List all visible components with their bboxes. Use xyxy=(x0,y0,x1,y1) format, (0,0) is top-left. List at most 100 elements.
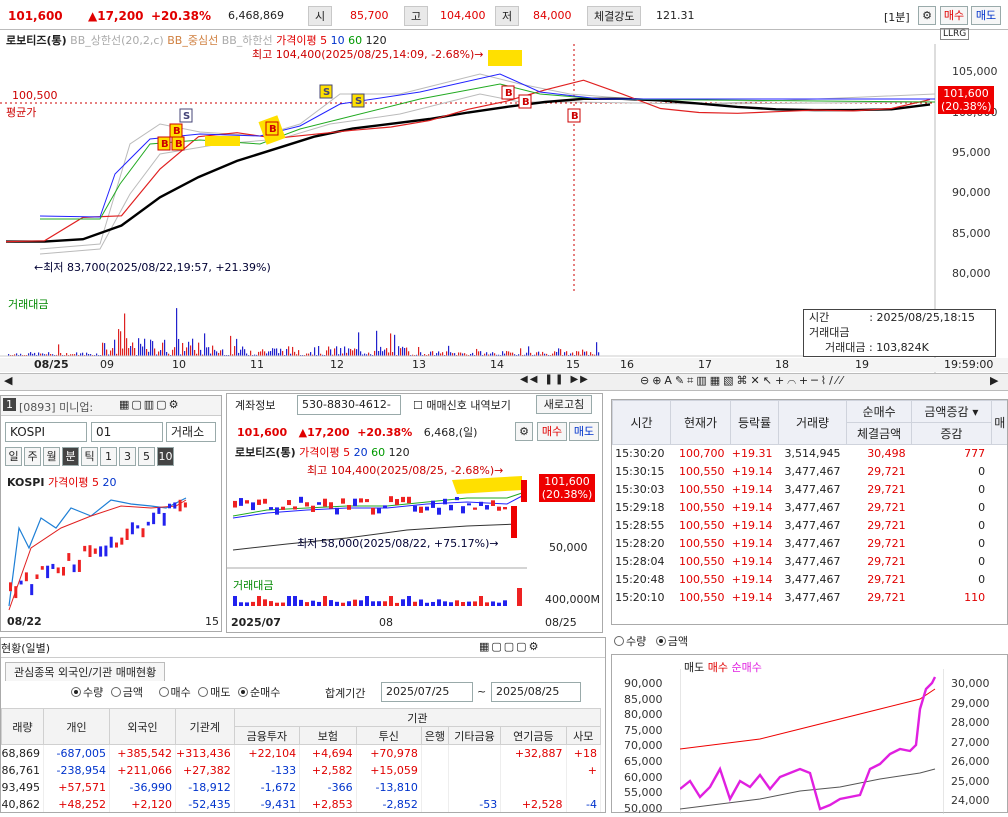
market-select[interactable]: 거래소 xyxy=(166,422,216,442)
opt-buy[interactable] xyxy=(159,687,169,697)
signal-label: 매매신호 내역보기 xyxy=(426,399,510,412)
volume-bar xyxy=(260,351,261,356)
scroll-right-icon[interactable]: ▶ xyxy=(990,374,998,387)
tick-cell: 0 xyxy=(912,571,991,589)
date-from-input[interactable]: 2025/07/25 xyxy=(381,682,473,702)
center-vol-bar xyxy=(497,603,501,606)
tick-cell: 3,477,467 xyxy=(779,517,847,535)
investor-options[interactable]: 수량 금액 매수 매도 순매수 xyxy=(71,684,280,700)
volume-bar xyxy=(282,351,283,356)
date-to-input[interactable]: 2025/08/25 xyxy=(491,682,581,702)
tick-row: 15:30:15100,550+19.143,477,46729,7210 xyxy=(613,463,1008,481)
center-candle xyxy=(245,500,249,503)
th-delta: 증감 xyxy=(912,423,991,445)
refresh-button[interactable]: 새로고침 xyxy=(536,395,592,414)
index-code-input[interactable]: 01 xyxy=(91,422,163,442)
investor-cell: -18,912 xyxy=(176,779,235,796)
th-amount-change[interactable]: 금액증감 ▾ xyxy=(912,401,991,423)
period-button-1[interactable]: 주 xyxy=(24,447,41,466)
period-button-6[interactable]: 3 xyxy=(119,447,136,466)
mini-candle xyxy=(136,525,139,528)
account-tab[interactable]: 계좌정보 xyxy=(235,397,275,413)
drawing-tools[interactable]: ⊖⊕A✎⌗▥▦▧⌘✕↖+⌒+─⌇/⁄⁄ xyxy=(640,374,846,388)
account-select[interactable]: 530-8830-4612- xyxy=(297,395,401,415)
mini-candle xyxy=(152,513,155,524)
radio-qty[interactable] xyxy=(614,636,624,646)
center-gear-icon[interactable]: ⚙ xyxy=(515,422,533,441)
time-label-1: 09 xyxy=(100,358,114,371)
flow-right-tick: 30,000 xyxy=(951,677,990,690)
radio-amount[interactable] xyxy=(656,636,666,646)
center-candle xyxy=(335,508,339,515)
center-tick-50k: 50,000 xyxy=(549,541,588,554)
volume-bar xyxy=(394,335,395,356)
center-candle xyxy=(251,502,255,510)
period-button-5[interactable]: 1 xyxy=(100,447,117,466)
chart-scale-toggle[interactable]: LLRG xyxy=(940,28,969,40)
center-candle xyxy=(347,505,351,510)
time-label-4: 12 xyxy=(330,358,344,371)
volume-bar xyxy=(340,348,341,356)
center-sell-button[interactable]: 매도 xyxy=(569,422,599,441)
opt-qty[interactable] xyxy=(71,687,81,697)
center-candle xyxy=(281,507,285,510)
investor-tab[interactable]: 관심종목 외국인/기관 매매현황 xyxy=(5,662,165,681)
chart-controls[interactable]: ◀ ◀◀ ❚❚ ▶▶ ⊖⊕A✎⌗▥▦▧⌘✕↖+⌒+─⌇/⁄⁄ ▶ xyxy=(0,373,1008,391)
investor-cell: -2,852 xyxy=(356,796,421,813)
center-candle xyxy=(431,501,435,508)
buy-button[interactable]: 매수 xyxy=(940,6,968,25)
investor-cell: +2,528 xyxy=(501,796,566,813)
center-candle xyxy=(269,507,273,510)
index-select[interactable]: KOSPI xyxy=(5,422,87,442)
opt-sell[interactable] xyxy=(198,687,208,697)
investor-tools[interactable]: ▦▢▢▢⚙ xyxy=(479,640,540,653)
period-buttons[interactable]: 일주월분틱13510 xyxy=(5,447,174,466)
center-buy-button[interactable]: 매수 xyxy=(537,422,567,441)
period-button-0[interactable]: 일 xyxy=(5,447,22,466)
volume-bar xyxy=(476,349,477,356)
mini-date: 08/22 xyxy=(7,615,42,628)
volume-bar xyxy=(492,352,493,356)
period-button-7[interactable]: 5 xyxy=(138,447,155,466)
gear-icon[interactable]: ⚙ xyxy=(918,6,936,25)
price-tick-1: 85,000 xyxy=(952,227,991,240)
tick-cell: 0 xyxy=(912,553,991,571)
opt-net[interactable] xyxy=(238,687,248,697)
center-candle xyxy=(473,508,477,510)
tick-cell: 15:29:18 xyxy=(613,499,671,517)
bb-upper-line xyxy=(40,74,935,249)
center-vol-bar xyxy=(329,600,333,606)
bh-foreign: 외국인 xyxy=(110,709,176,745)
volume-bar xyxy=(448,346,449,356)
investor-cell: + xyxy=(566,762,600,779)
center-vol-bar xyxy=(245,602,249,606)
center-candle xyxy=(461,506,465,513)
center-vol-bar xyxy=(401,599,405,606)
tick-cell: 3,477,467 xyxy=(779,463,847,481)
center-vol-bar xyxy=(407,596,411,606)
investor-cell: +4,694 xyxy=(300,745,357,762)
volume-bar xyxy=(274,349,275,356)
period-select[interactable]: [1분] xyxy=(884,9,910,25)
volume-bar xyxy=(206,347,207,356)
flow-radio-group[interactable]: 수량 금액 xyxy=(614,633,688,649)
period-button-4[interactable]: 틱 xyxy=(81,447,98,466)
center-candle xyxy=(311,506,315,512)
opt-amount[interactable] xyxy=(111,687,121,697)
time-label-3: 11 xyxy=(250,358,264,371)
center-vol-bar xyxy=(323,596,327,606)
tick-cell-extra xyxy=(991,553,1008,571)
period-button-8[interactable]: 10 xyxy=(157,447,174,466)
flow-chart xyxy=(680,669,944,814)
volume-bar xyxy=(126,338,127,356)
period-button-2[interactable]: 월 xyxy=(43,447,60,466)
investor-cell: +15,059 xyxy=(356,762,421,779)
scroll-left-icon[interactable]: ◀ xyxy=(4,374,12,387)
period-button-3[interactable]: 분 xyxy=(62,447,79,466)
panel-tools[interactable]: ▦▢▥▢⚙ xyxy=(119,398,180,411)
signal-checkbox[interactable]: ☐ 매매신호 내역보기 xyxy=(413,397,511,413)
volume-bar xyxy=(510,353,511,356)
center-candle xyxy=(275,507,279,514)
playback-controls[interactable]: ◀◀ ❚❚ ▶▶ xyxy=(520,374,590,385)
sell-button[interactable]: 매도 xyxy=(971,6,1001,25)
